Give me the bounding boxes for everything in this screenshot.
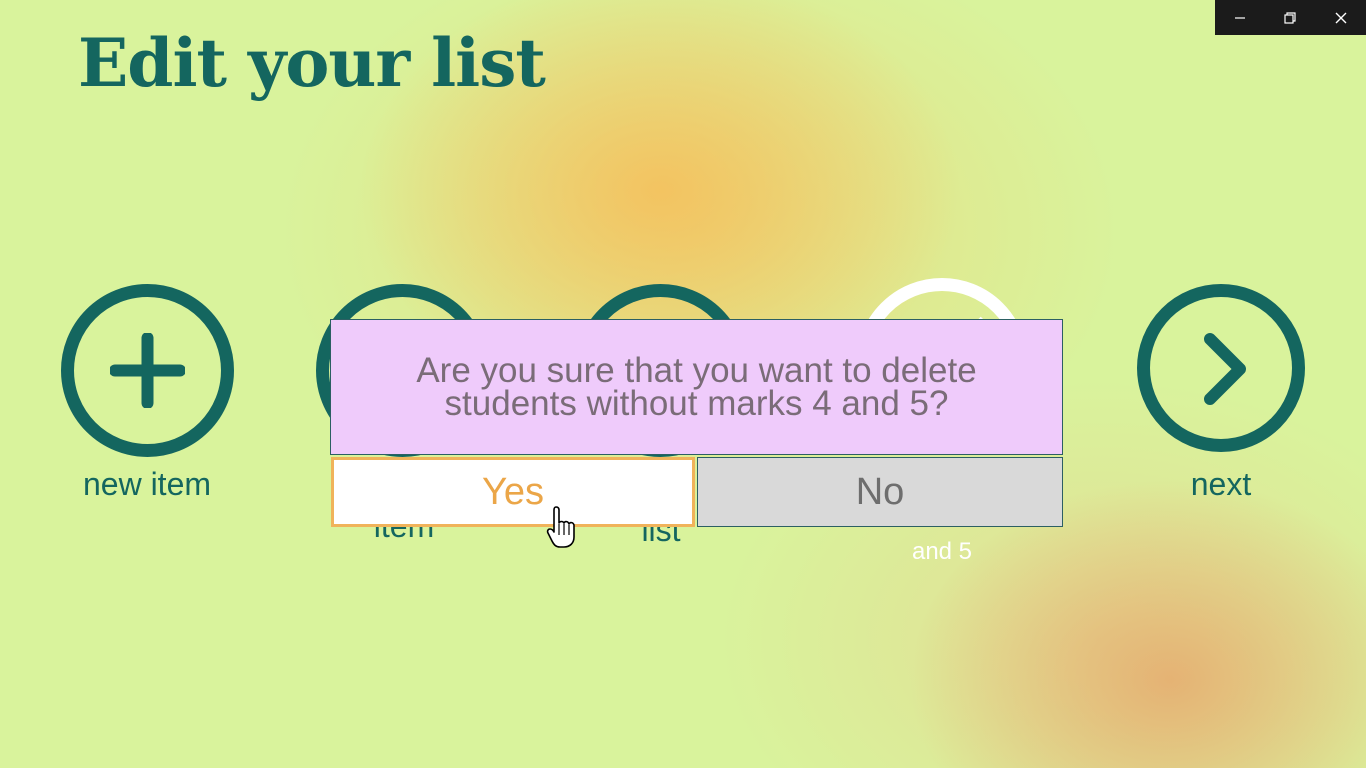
window-controls [1215,0,1366,35]
chevron-right-circle-icon[interactable] [1137,284,1305,452]
close-button[interactable] [1316,0,1366,35]
close-icon [1335,12,1347,23]
no-button[interactable]: No [697,457,1063,527]
and-5-label: and 5 [911,538,973,565]
dialog-message-text: Are you sure that you want to delete stu… [416,351,977,423]
yes-button[interactable]: Yes [331,457,695,527]
yes-label: Yes [482,470,544,513]
restore-icon [1284,11,1297,24]
minimize-button[interactable] [1215,0,1265,35]
no-label: No [855,470,905,513]
next-label: next [1190,466,1252,502]
restore-button[interactable] [1265,0,1315,35]
page-title: Edit your list [78,24,546,102]
new-item-label: new item [82,466,212,502]
minimize-icon [1235,16,1246,19]
hand-cursor-icon [546,506,575,548]
plus-circle-icon[interactable] [61,284,234,457]
confirm-dialog-message: Are you sure that you want to delete stu… [330,319,1063,455]
